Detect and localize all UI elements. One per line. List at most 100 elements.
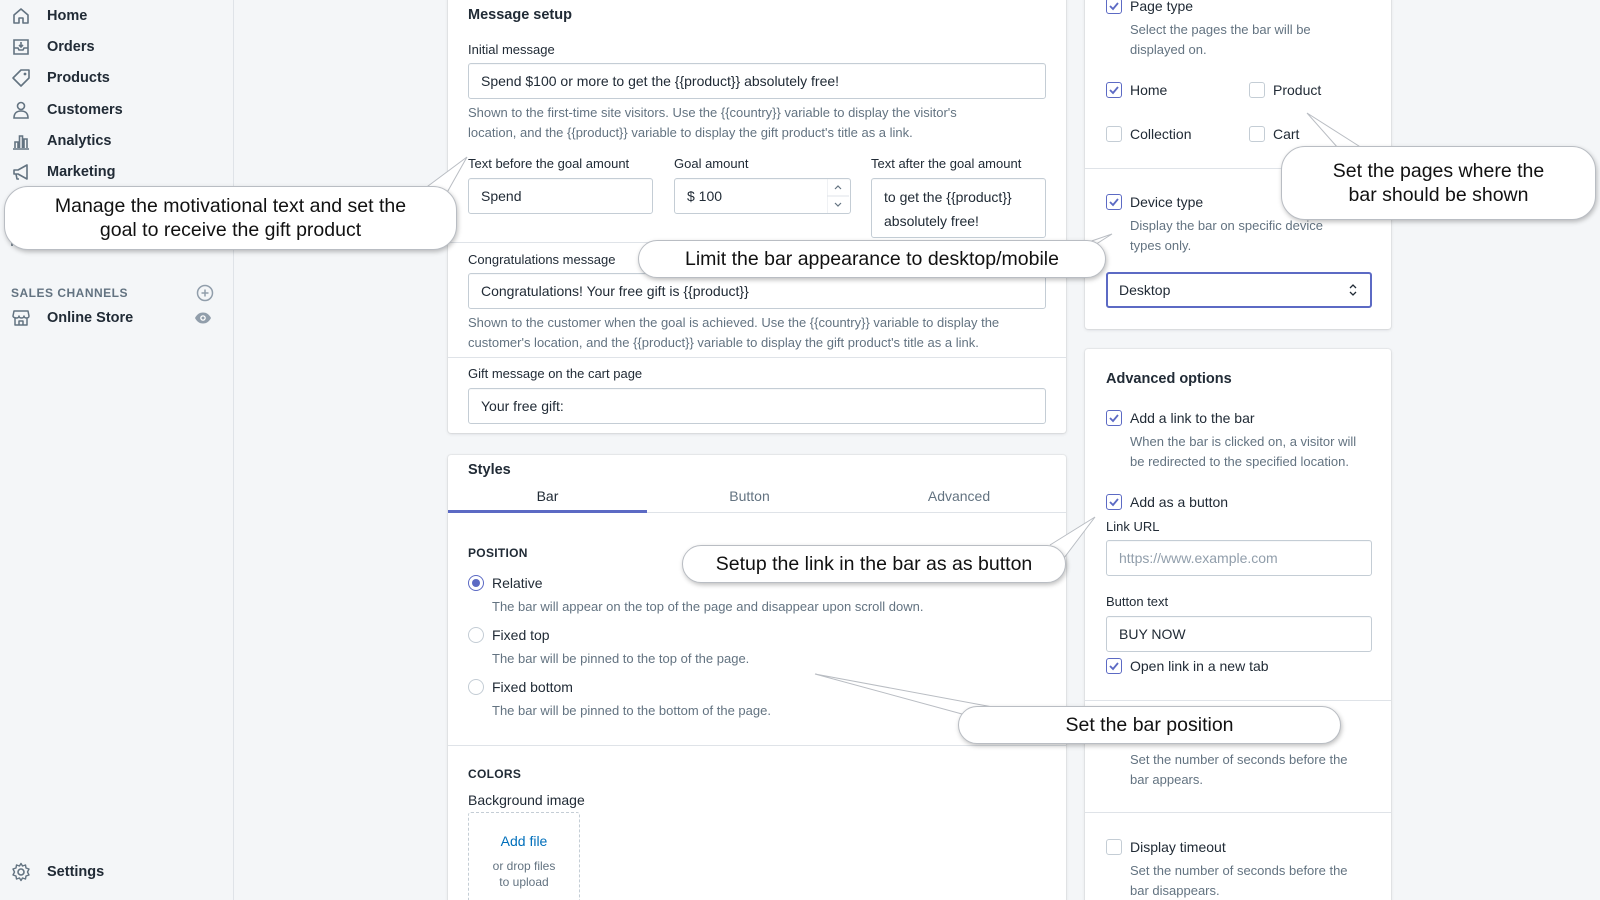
congrats-help-2: customer's location, and the {{product}}… bbox=[468, 335, 979, 350]
callout-position: Set the bar position bbox=[958, 706, 1341, 744]
device-help-1: Display the bar on specific device bbox=[1130, 218, 1323, 233]
add-link-label[interactable]: Add a link to the bar bbox=[1130, 410, 1255, 426]
initial-message-label: Initial message bbox=[468, 42, 555, 57]
divider bbox=[1085, 700, 1391, 701]
page-type-checkbox[interactable] bbox=[1106, 0, 1122, 14]
nav-products[interactable]: Products bbox=[10, 65, 224, 91]
page-type-label[interactable]: Page type bbox=[1130, 0, 1193, 14]
add-link-help-1: When the bar is clicked on, a visitor wi… bbox=[1130, 434, 1357, 449]
nav-home[interactable]: Home bbox=[10, 3, 224, 29]
after-goal-line-1: to get the {{product}} bbox=[884, 189, 1012, 205]
radio-fixed-top-label[interactable]: Fixed top bbox=[492, 627, 550, 643]
after-goal-textarea[interactable]: to get the {{product}} absolutely free! bbox=[871, 178, 1046, 238]
divider bbox=[1085, 812, 1391, 813]
button-text-input[interactable]: BUY NOW bbox=[1106, 616, 1372, 652]
nav-settings[interactable]: Settings bbox=[10, 859, 224, 885]
store-icon bbox=[10, 307, 32, 329]
radio-relative[interactable] bbox=[468, 575, 484, 591]
device-type-checkbox[interactable] bbox=[1106, 194, 1122, 210]
eye-icon[interactable] bbox=[194, 309, 212, 327]
add-file-link[interactable]: Add file bbox=[468, 833, 580, 849]
page-type-help-1: Select the pages the bar will be bbox=[1130, 22, 1311, 37]
drop-help-2: to upload bbox=[499, 875, 549, 889]
callout-motivational-line-2: goal to receive the gift product bbox=[99, 219, 362, 241]
radio-fixed-bottom[interactable] bbox=[468, 679, 484, 695]
relative-help: The bar will appear on the top of the pa… bbox=[492, 599, 924, 614]
message-setup-title: Message setup bbox=[468, 7, 572, 23]
sales-channels-heading: SALES CHANNELS bbox=[11, 283, 214, 303]
person-icon bbox=[10, 99, 32, 121]
select-arrows-icon bbox=[1349, 284, 1357, 296]
add-channel-icon[interactable] bbox=[196, 284, 214, 302]
bg-image-label: Background image bbox=[468, 792, 585, 808]
nav-label: Analytics bbox=[47, 133, 112, 149]
page-collection-label[interactable]: Collection bbox=[1130, 126, 1191, 142]
radio-relative-label[interactable]: Relative bbox=[492, 575, 543, 591]
nav-analytics[interactable]: Analytics bbox=[10, 128, 224, 154]
nav-label: Online Store bbox=[47, 310, 134, 326]
page-collection-checkbox[interactable] bbox=[1106, 126, 1122, 142]
as-button-checkbox[interactable] bbox=[1106, 494, 1122, 510]
after-goal-line-2: absolutely free! bbox=[884, 213, 979, 229]
radio-fixed-top[interactable] bbox=[468, 627, 484, 643]
fixed-top-help: The bar will be pinned to the top of the… bbox=[492, 651, 750, 666]
goal-amount-input[interactable]: $ 100 bbox=[674, 178, 851, 214]
link-url-label: Link URL bbox=[1106, 519, 1160, 534]
initial-help-2: location, and the {{product}} variable t… bbox=[468, 125, 913, 140]
congrats-help-1: Shown to the customer when the goal is a… bbox=[468, 315, 1000, 330]
sales-channels-label: SALES CHANNELS bbox=[11, 286, 129, 300]
before-goal-input[interactable]: Spend bbox=[468, 178, 653, 214]
colors-heading: COLORS bbox=[468, 767, 522, 781]
advanced-options-title: Advanced options bbox=[1106, 371, 1232, 387]
device-type-label[interactable]: Device type bbox=[1130, 194, 1203, 210]
display-timeout-label[interactable]: Display timeout bbox=[1130, 839, 1226, 855]
nav-label: Settings bbox=[47, 864, 105, 880]
display-timeout-checkbox[interactable] bbox=[1106, 839, 1122, 855]
goal-stepper[interactable] bbox=[826, 179, 849, 213]
before-goal-label: Text before the goal amount bbox=[468, 156, 630, 171]
callout-motivational: Manage the motivational text and set the… bbox=[4, 186, 457, 250]
congrats-input[interactable]: Congratulations! Your free gift is {{pro… bbox=[468, 273, 1046, 309]
nav-customers[interactable]: Customers bbox=[10, 97, 224, 123]
page-cart-checkbox[interactable] bbox=[1249, 126, 1265, 142]
after-goal-label: Text after the goal amount bbox=[871, 156, 1022, 171]
timeout-help-1: Set the number of seconds before the bbox=[1130, 863, 1348, 878]
page-home-checkbox[interactable] bbox=[1106, 82, 1122, 98]
callout-motivational-line-1: Manage the motivational text and set the bbox=[54, 195, 407, 217]
initial-message-input[interactable]: Spend $100 or more to get the {{product}… bbox=[468, 63, 1046, 99]
new-tab-label[interactable]: Open link in a new tab bbox=[1130, 658, 1269, 674]
delay-help-1: Set the number of seconds before the bbox=[1130, 752, 1348, 767]
link-url-input[interactable]: https://www.example.com bbox=[1106, 540, 1372, 576]
gift-message-label: Gift message on the cart page bbox=[468, 366, 643, 381]
nav-online-store[interactable]: Online Store bbox=[10, 305, 224, 331]
callout-device: Limit the bar appearance to desktop/mobi… bbox=[638, 240, 1106, 278]
position-heading: POSITION bbox=[468, 546, 528, 560]
nav-marketing[interactable]: Marketing bbox=[10, 159, 224, 185]
gift-message-input[interactable]: Your free gift: bbox=[468, 388, 1046, 424]
device-select[interactable]: Desktop bbox=[1106, 272, 1372, 308]
as-button-label[interactable]: Add as a button bbox=[1130, 494, 1228, 510]
nav-orders[interactable]: Orders bbox=[10, 34, 224, 60]
tab-button[interactable]: Button bbox=[647, 480, 852, 512]
goal-amount-label: Goal amount bbox=[674, 156, 749, 171]
page-product-label[interactable]: Product bbox=[1273, 82, 1321, 98]
callout-pages: Set the pages where the bar should be sh… bbox=[1281, 146, 1596, 220]
page-home-label[interactable]: Home bbox=[1130, 82, 1167, 98]
divider bbox=[448, 745, 1066, 746]
page-product-checkbox[interactable] bbox=[1249, 82, 1265, 98]
congrats-label: Congratulations message bbox=[468, 252, 616, 267]
tab-advanced[interactable]: Advanced bbox=[852, 480, 1066, 512]
tab-bar[interactable]: Bar bbox=[448, 480, 647, 512]
new-tab-checkbox[interactable] bbox=[1106, 658, 1122, 674]
radio-fixed-bottom-label[interactable]: Fixed bottom bbox=[492, 679, 573, 695]
delay-help-2: bar appears. bbox=[1130, 772, 1203, 787]
nav-label: Marketing bbox=[47, 164, 116, 180]
button-text-label: Button text bbox=[1106, 594, 1169, 609]
callout-link-button: Setup the link in the bar as as button bbox=[682, 545, 1066, 583]
callout-pages-line-2: bar should be shown bbox=[1348, 184, 1529, 206]
page-cart-label[interactable]: Cart bbox=[1273, 126, 1299, 142]
divider bbox=[448, 357, 1066, 358]
page-type-help-2: displayed on. bbox=[1130, 42, 1207, 57]
add-link-checkbox[interactable] bbox=[1106, 410, 1122, 426]
orders-icon bbox=[10, 36, 32, 58]
